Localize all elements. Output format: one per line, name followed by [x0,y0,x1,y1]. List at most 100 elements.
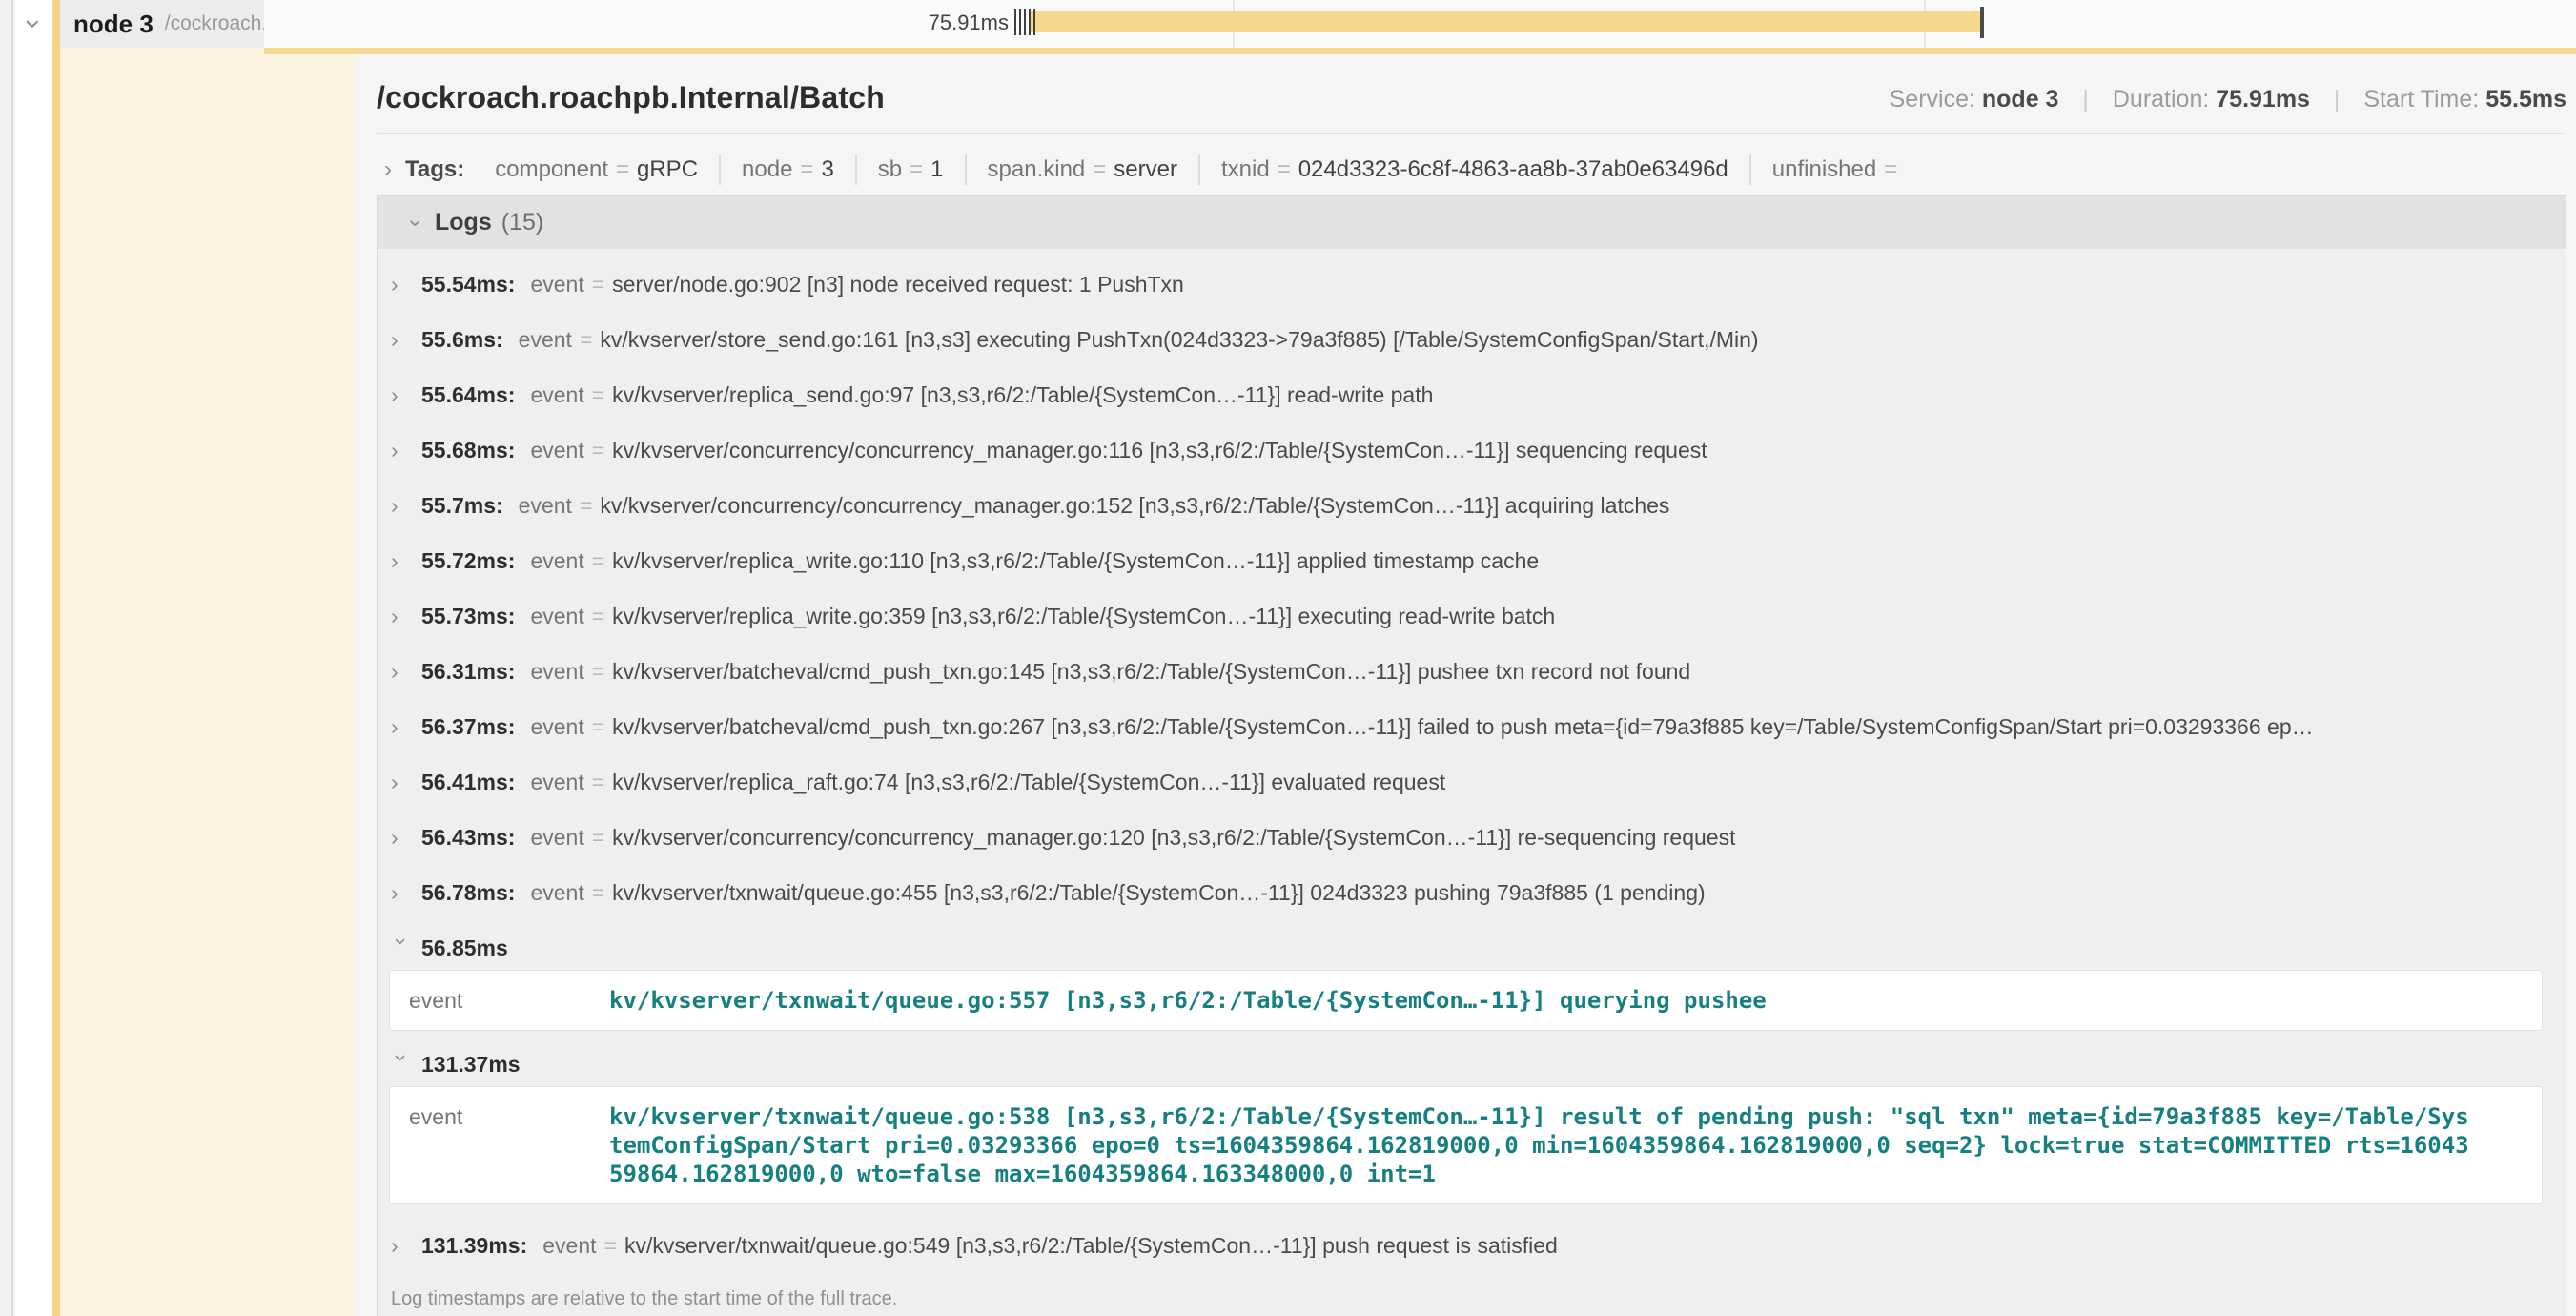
log-message: kv/kvserver/replica_write.go:110 [n3,s3,… [612,548,1539,574]
log-timestamp: 56.78ms: [421,880,515,906]
tag-value: gRPC [637,156,698,183]
log-value-line: kv/kvserver/txnwait/queue.go:538 [n3,s3,… [609,1102,2469,1131]
chevron-right-icon: › [391,770,412,795]
log-entry-row[interactable]: › 56.31ms: event = kv/kvserver/batcheval… [378,644,2566,699]
log-timestamp: 56.31ms: [421,659,515,685]
equals-sign: = [592,659,604,685]
log-entry-row[interactable]: › 55.54ms: event = server/node.go:902 [n… [378,257,2566,312]
chevron-right-icon: › [391,1233,412,1259]
log-message: kv/kvserver/txnwait/queue.go:549 [n3,s3,… [624,1233,1558,1259]
logs-title: Logs [435,209,492,236]
log-entry-expanded: › 131.37ms event kv/kvserver/txnwait/que… [378,1044,2566,1204]
log-expanded-header[interactable]: › 56.85ms [378,928,2566,968]
chevron-right-icon: › [391,659,412,685]
log-field-key: event [530,272,583,298]
log-value-line: 59864.162819000,0 wto=false max=16043598… [609,1160,2469,1188]
log-message: kv/kvserver/txnwait/queue.go:455 [n3,s3,… [612,880,1706,906]
span-title: /cockroach.roachpb.Internal/Batch [377,80,885,115]
service-value: node 3 [1982,86,2059,113]
log-message: kv/kvserver/store_send.go:161 [n3,s3] ex… [600,327,1758,353]
chevron-down-icon: › [389,937,415,958]
log-timestamp: 56.43ms: [421,825,515,851]
log-field-key: event [530,770,583,795]
log-entry-row[interactable]: › 56.37ms: event = kv/kvserver/batcheval… [378,699,2566,754]
span-name-cell[interactable]: node 3 /cockroach.roach… [52,0,264,48]
tag-item: unfinished = [1751,154,1926,185]
chevron-right-icon: › [384,156,392,183]
tag-key: node [742,156,792,183]
log-entry-row[interactable]: › 55.6ms: event = kv/kvserver/store_send… [378,312,2566,367]
log-field-value: kv/kvserver/txnwait/queue.go:538 [n3,s3,… [609,1102,2469,1188]
log-entry-row[interactable]: › 131.39ms: event = kv/kvserver/txnwait/… [378,1218,2566,1273]
log-entry-row[interactable]: › 55.68ms: event = kv/kvserver/concurren… [378,422,2566,478]
tag-value: 024d3323-6c8f-4863-aa8b-37ab0e63496d [1298,156,1728,183]
tag-value: 3 [821,156,833,183]
selected-span-name-column [52,48,355,1316]
meta-separator: | [2082,86,2089,113]
log-entry-row[interactable]: › 55.72ms: event = kv/kvserver/replica_w… [378,533,2566,588]
start-time-value: 55.5ms [2485,86,2566,113]
log-entry-row[interactable]: › 56.78ms: event = kv/kvserver/txnwait/q… [378,865,2566,920]
chevron-right-icon: › [391,438,412,463]
header-divider [377,133,2566,134]
log-timestamp: 56.85ms [421,936,508,961]
log-message: kv/kvserver/concurrency/concurrency_mana… [612,825,1735,851]
equals-sign: = [1093,156,1106,183]
log-field-key: event [530,548,583,574]
equals-sign: = [592,770,604,795]
log-entry-row[interactable]: › 55.64ms: event = kv/kvserver/replica_s… [378,367,2566,422]
tags-list: component = gRPC node = 3 sb = 1 span.ki… [474,154,1926,185]
log-field-key: event [530,438,583,463]
log-entry-row[interactable]: › 56.41ms: event = kv/kvserver/replica_r… [378,754,2566,810]
log-value-line: temConfigSpan/Start pri=0.03293366 epo=0… [609,1131,2469,1160]
log-keyvalue-card: event kv/kvserver/txnwait/queue.go:538 [… [389,1086,2543,1204]
log-field-key: event [530,714,583,740]
log-message: server/node.go:902 [n3] node received re… [612,272,1184,298]
equals-sign: = [616,156,629,183]
chevron-right-icon: › [391,327,412,353]
equals-sign: = [800,156,813,183]
log-message: kv/kvserver/concurrency/concurrency_mana… [600,493,1669,519]
duration-value: 75.91ms [2216,86,2310,113]
detail-panel-accent-border [264,48,2576,54]
chevron-right-icon: › [391,272,412,298]
log-expanded-header[interactable]: › 131.37ms [378,1044,2566,1084]
tag-item: span.kind = server [967,154,1200,185]
span-operation-name: /cockroach.roach… [165,12,264,35]
equals-sign: = [604,1233,617,1259]
collapse-children-button[interactable]: › [19,6,48,42]
span-duration-label: 75.91ms [723,10,1009,35]
log-entry-expanded: › 56.85ms event kv/kvserver/txnwait/queu… [378,928,2566,1031]
tag-key: span.kind [988,156,1086,183]
log-field-key: event [530,382,583,408]
log-field-key: event [530,825,583,851]
log-value-line: kv/kvserver/txnwait/queue.go:557 [n3,s3,… [609,986,1767,1015]
log-entry-row[interactable]: › 55.7ms: event = kv/kvserver/concurrenc… [378,478,2566,533]
log-marker-end [1980,7,1984,38]
log-message: kv/kvserver/replica_raft.go:74 [n3,s3,r6… [612,770,1445,795]
chevron-right-icon: › [391,825,412,851]
tag-key: unfinished [1772,156,1876,183]
chevron-right-icon: › [391,714,412,740]
log-entry-row[interactable]: › 55.73ms: event = kv/kvserver/replica_w… [378,588,2566,644]
span-meta: Service: node 3 | Duration: 75.91ms | St… [1890,86,2566,115]
chevron-right-icon: › [391,604,412,629]
log-timestamp: 131.39ms: [421,1233,527,1259]
equals-sign: = [592,438,604,463]
span-duration-bar[interactable] [1030,11,1980,32]
log-entry-row[interactable]: › 56.43ms: event = kv/kvserver/concurren… [378,810,2566,865]
tag-value: 1 [930,156,943,183]
tag-item: sb = 1 [857,154,967,185]
logs-accordion-header[interactable]: › Logs (15) [378,196,2566,249]
span-tree-toggle-column [15,0,52,1316]
log-field-key: event [519,327,572,353]
equals-sign: = [910,156,923,183]
equals-sign: = [592,714,604,740]
tags-accordion-toggle[interactable]: › Tags: [377,156,474,183]
log-field-key: event [530,604,583,629]
log-timestamp: 55.68ms: [421,438,515,463]
left-rail [0,0,13,1316]
log-field-value: kv/kvserver/txnwait/queue.go:557 [n3,s3,… [609,986,1767,1015]
tag-key: component [495,156,608,183]
log-field-key: event [390,1102,609,1188]
